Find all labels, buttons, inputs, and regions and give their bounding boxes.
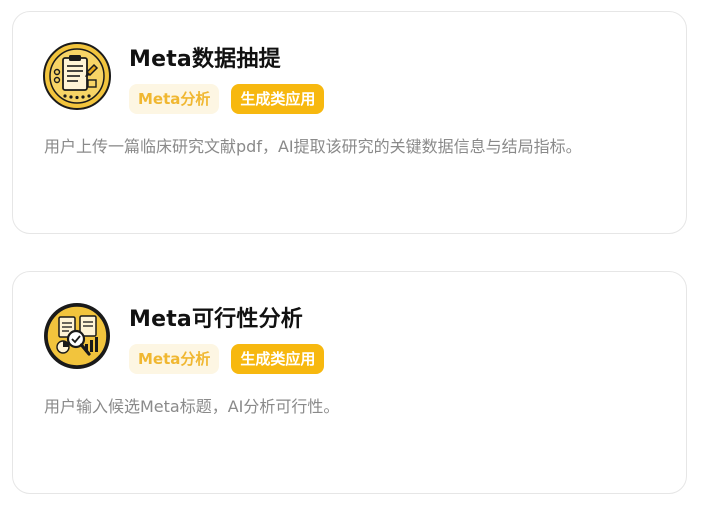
card-description: 用户输入候选Meta标题，AI分析可行性。 — [44, 397, 340, 416]
card-title: Meta数据抽提 — [129, 47, 281, 72]
tag-list: Meta分析 生成类应用 — [129, 84, 325, 114]
category-tag: Meta分析 — [129, 344, 220, 374]
document-extraction-icon — [43, 42, 111, 110]
feasibility-analysis-icon — [43, 302, 111, 370]
category-tag: Meta分析 — [129, 84, 220, 114]
type-tag: 生成类应用 — [231, 84, 325, 114]
card-description: 用户上传一篇临床研究文献pdf，AI提取该研究的关键数据信息与结局指标。 — [44, 137, 582, 156]
app-card-meta-extraction[interactable]: Meta数据抽提 Meta分析 生成类应用 用户上传一篇临床研究文献pdf，AI… — [12, 11, 687, 234]
tag-list: Meta分析 生成类应用 — [129, 344, 325, 374]
app-card-meta-feasibility[interactable]: Meta可行性分析 Meta分析 生成类应用 用户输入候选Meta标题，AI分析… — [12, 271, 687, 494]
type-tag: 生成类应用 — [231, 344, 325, 374]
card-title: Meta可行性分析 — [129, 307, 303, 332]
